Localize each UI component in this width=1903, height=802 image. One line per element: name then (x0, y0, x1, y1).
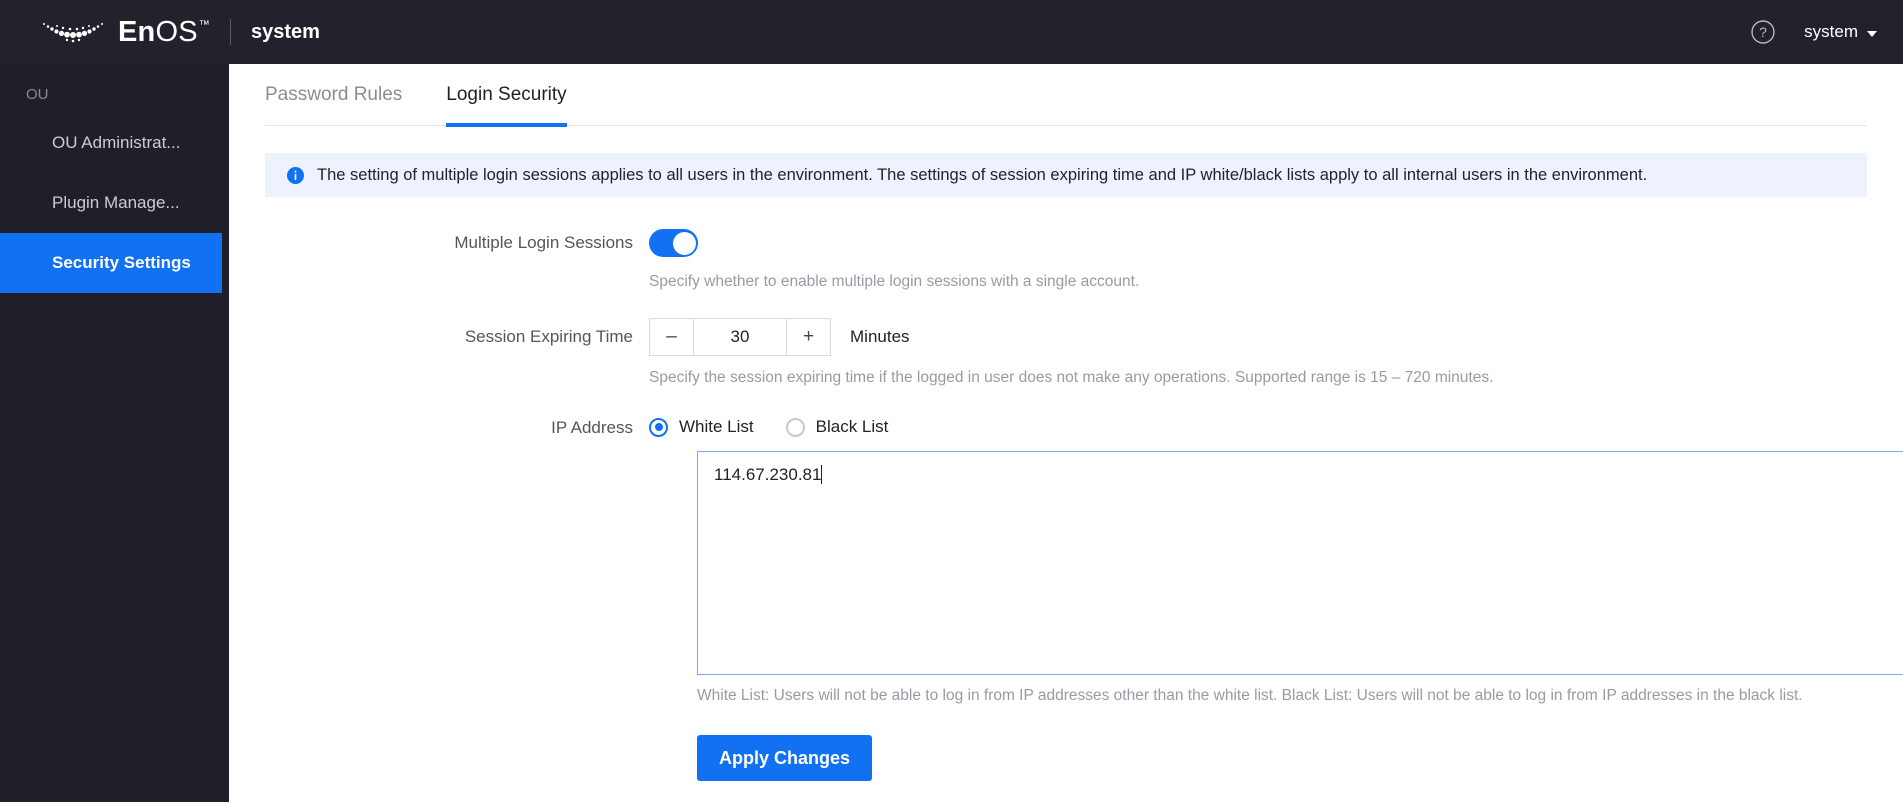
chevron-down-icon (1867, 31, 1877, 37)
decrement-button[interactable]: – (649, 318, 694, 356)
info-banner-text: The setting of multiple login sessions a… (317, 166, 1647, 185)
sidebar-item-plugin-management[interactable]: Plugin Manage... (0, 173, 229, 233)
field-session-expiring-time: Session Expiring Time – 30 + Minutes Spe… (229, 318, 1903, 387)
increment-button[interactable]: + (786, 318, 831, 356)
sidebar: OU OU Administrat... Plugin Manage... Se… (0, 64, 229, 802)
sidebar-item-label: Plugin Manage... (52, 193, 180, 213)
field-ip-address: IP Address White List Black List (229, 417, 1903, 439)
radio-dot-icon (649, 418, 668, 437)
tab-password-rules[interactable]: Password Rules (265, 64, 402, 126)
tab-bar: Password Rules Login Security (265, 64, 1867, 126)
top-header: EnOS™ system ? system (0, 0, 1903, 64)
info-circle-icon (287, 167, 304, 184)
sidebar-item-label: Security Settings (52, 253, 191, 273)
session-expiring-time-hint: Specify the session expiring time if the… (649, 369, 1493, 387)
application-root: EnOS™ system ? system OU OU Administrat.… (0, 0, 1903, 802)
multiple-login-sessions-toggle[interactable] (649, 229, 698, 257)
multiple-login-sessions-label: Multiple Login Sessions (229, 229, 649, 257)
radio-dot-icon (786, 418, 805, 437)
header-actions: ? system (1750, 19, 1877, 45)
ip-list-textarea[interactable]: 114.67.230.81 (697, 451, 1903, 675)
session-expiring-time-label: Session Expiring Time (229, 318, 649, 356)
brand-name-bold: En (118, 18, 155, 47)
user-menu[interactable]: system (1804, 22, 1877, 42)
user-menu-label: system (1804, 22, 1858, 42)
session-expiring-time-unit: Minutes (850, 318, 910, 356)
enos-logo-icon (36, 17, 110, 47)
radio-label: White List (679, 417, 754, 437)
ip-address-label: IP Address (229, 417, 649, 439)
text-cursor (821, 465, 822, 484)
ip-address-hint: White List: Users will not be able to lo… (697, 687, 1903, 705)
sidebar-group-label: OU (0, 64, 229, 113)
ip-list-text: 114.67.230.81 (714, 465, 821, 484)
tab-label: Password Rules (265, 84, 402, 106)
info-banner: The setting of multiple login sessions a… (265, 153, 1867, 197)
ip-address-radio-group: White List Black List (649, 417, 888, 437)
tab-label: Login Security (446, 84, 566, 106)
sidebar-item-ou-administration[interactable]: OU Administrat... (0, 113, 229, 173)
product-title: system (251, 21, 320, 44)
apply-changes-button[interactable]: Apply Changes (697, 735, 872, 781)
session-expiring-time-stepper: – 30 + (649, 318, 831, 356)
sidebar-item-label: OU Administrat... (52, 133, 180, 153)
toggle-knob (673, 232, 696, 255)
svg-text:?: ? (1759, 24, 1767, 40)
multiple-login-sessions-hint: Specify whether to enable multiple login… (649, 273, 1139, 291)
radio-white-list[interactable]: White List (649, 417, 754, 437)
question-circle-icon[interactable]: ? (1750, 19, 1776, 45)
brand-name: EnOS™ (118, 18, 210, 47)
brand-trademark: ™ (199, 20, 210, 31)
tab-login-security[interactable]: Login Security (446, 64, 566, 126)
radio-label: Black List (816, 417, 889, 437)
session-expiring-time-input[interactable]: 30 (694, 318, 786, 356)
brand-name-thin: OS (155, 18, 197, 47)
header-divider (230, 19, 231, 45)
main-content: Password Rules Login Security The settin… (229, 64, 1903, 802)
radio-black-list[interactable]: Black List (786, 417, 889, 437)
apply-changes-wrap: Apply Changes (697, 735, 1903, 781)
brand[interactable]: EnOS™ system (36, 17, 320, 47)
field-multiple-login-sessions: Multiple Login Sessions Specify whether … (229, 229, 1903, 291)
sidebar-item-security-settings[interactable]: Security Settings (0, 233, 222, 293)
ip-list-value: 114.67.230.81 (698, 452, 1903, 498)
